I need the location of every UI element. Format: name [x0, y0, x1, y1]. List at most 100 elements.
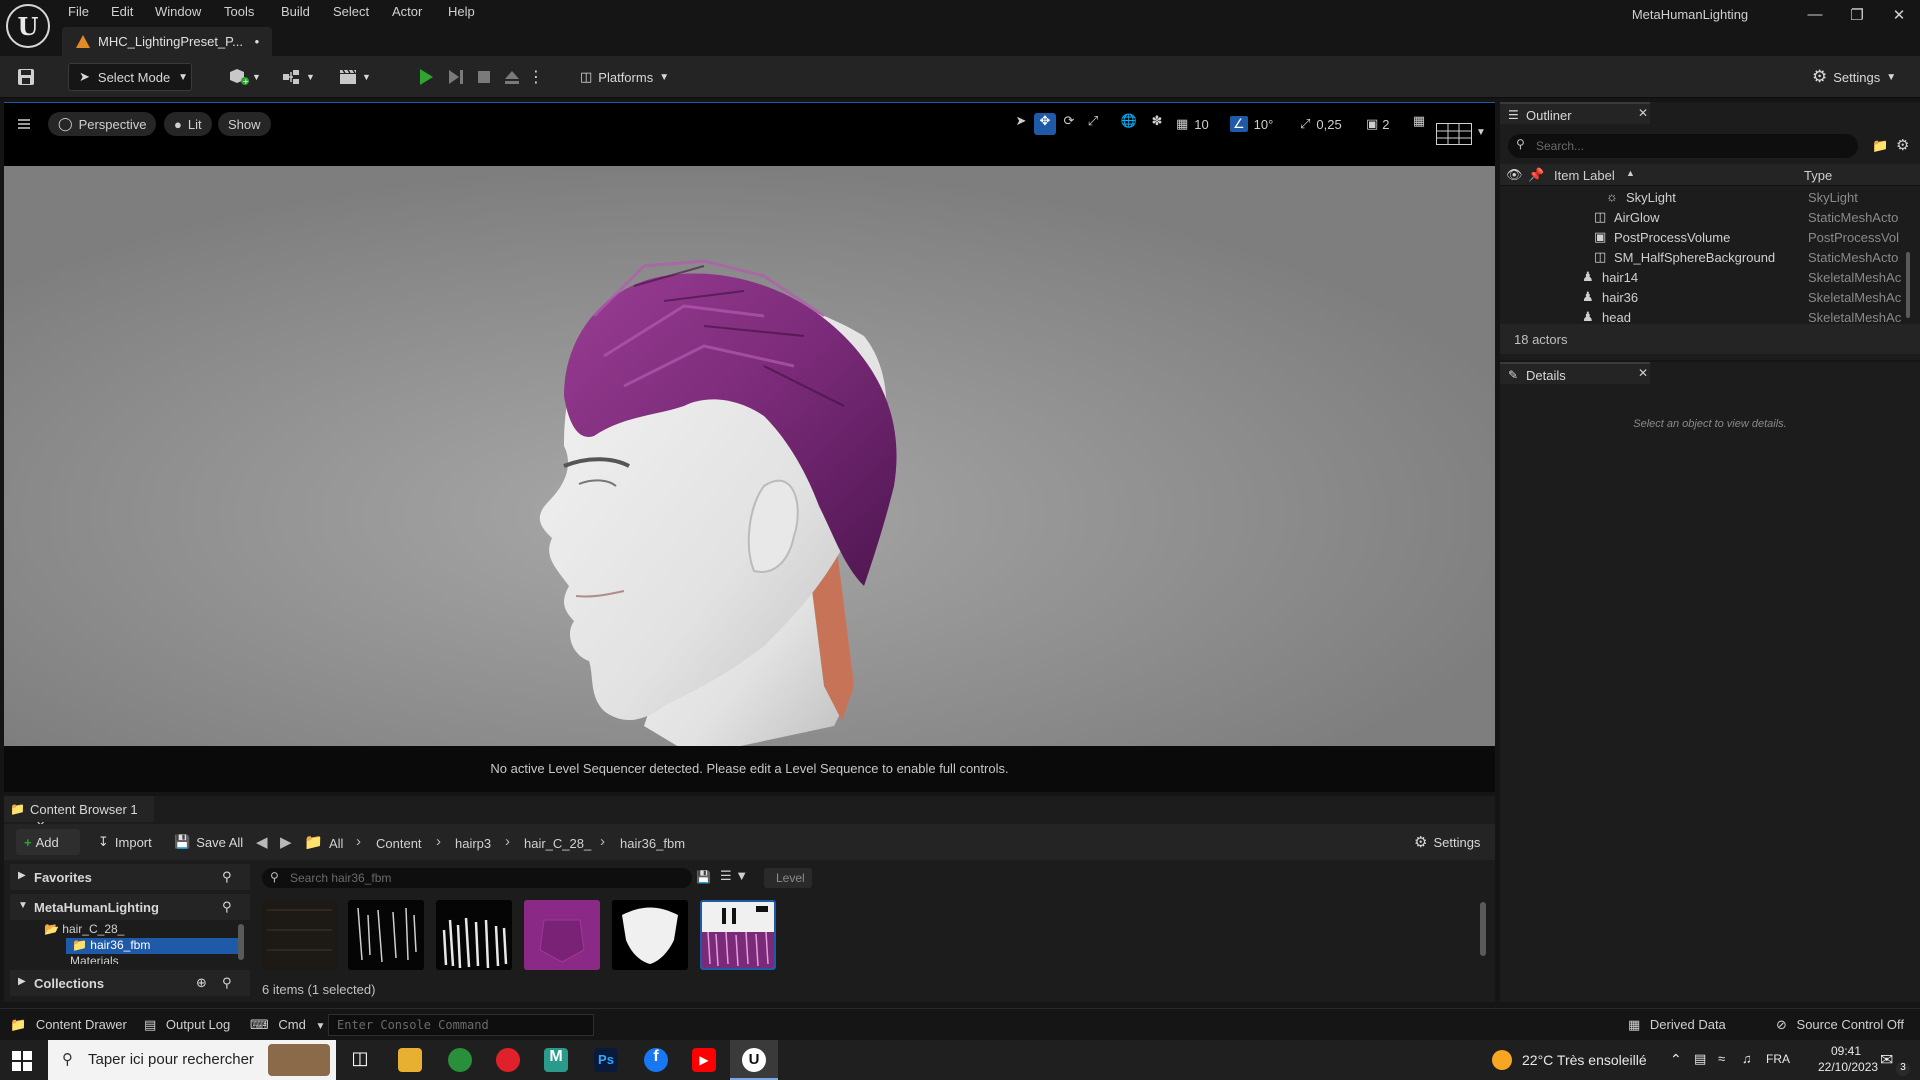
volume-icon[interactable]: ♫ [1742, 1051, 1752, 1066]
add-button[interactable]: + Add [16, 829, 80, 855]
back-icon[interactable]: ◀ [256, 833, 268, 851]
console-command-input[interactable]: Enter Console Command [328, 1014, 594, 1036]
select-mode-dropdown[interactable]: ➤ Select Mode ▼ [68, 63, 192, 91]
outliner-row-postprocess[interactable]: ▣ PostProcessVolume PostProcessVol [1500, 228, 1910, 248]
restore-icon[interactable]: ❐ [1846, 6, 1868, 26]
document-tab[interactable]: MHC_LightingPreset_P... • [62, 27, 272, 56]
menu-help[interactable]: Help [448, 4, 475, 20]
tray-app-icon[interactable]: ▤ [1694, 1051, 1706, 1067]
cinematics-icon[interactable]: ▼ [338, 63, 378, 91]
outliner-row-halfsphere[interactable]: ◫ SM_HalfSphereBackground StaticMeshActo [1500, 248, 1910, 268]
outliner-row-airglow[interactable]: ◫ AirGlow StaticMeshActo [1500, 208, 1910, 228]
menu-file[interactable]: File [68, 4, 89, 20]
lit-button[interactable]: ● Lit [164, 112, 212, 136]
level-viewport[interactable]: ◯ Perspective ● Lit Show ➤ ✥ ⟳ ⤢ 🌐 ✽ ▦ 1… [4, 102, 1495, 792]
tree-scrollbar[interactable] [238, 924, 244, 960]
type-column[interactable]: Type [1804, 168, 1832, 183]
windows-start-icon[interactable] [12, 1051, 32, 1071]
asset-search-input[interactable]: ⚲ Search hair36_fbm [262, 868, 692, 888]
show-button[interactable]: Show [218, 112, 271, 136]
save-all-button[interactable]: 💾 Save All [174, 829, 243, 855]
taskbar-search-box[interactable]: ⚲ Taper ici pour rechercher [48, 1040, 336, 1080]
asset-thumbnail[interactable] [524, 900, 600, 970]
chevron-down-icon[interactable]: ▼ [1476, 127, 1486, 138]
wifi-icon[interactable]: ≈ [1718, 1051, 1725, 1066]
language-indicator[interactable]: FRA [1766, 1052, 1790, 1066]
layout-icon[interactable] [1436, 123, 1472, 145]
add-collection-icon[interactable]: ⊕ [196, 975, 207, 991]
photoshop-icon[interactable]: Ps [594, 1048, 618, 1072]
breadcrumb-all[interactable]: All [329, 836, 343, 851]
step-icon[interactable] [444, 63, 468, 91]
menu-window[interactable]: Window [155, 4, 201, 20]
filter-icon[interactable]: ☰ ▼ [720, 868, 748, 884]
collections-section[interactable]: ▶ Collections ⊕ ⚲ [10, 970, 250, 996]
settings-dropdown[interactable]: ⚙ Settings ▼ [1812, 63, 1908, 91]
play-icon[interactable] [414, 63, 438, 91]
favorites-section[interactable]: ▶ Favorites ⚲ [10, 864, 250, 890]
menu-tools[interactable]: Tools [224, 4, 254, 20]
marvelous-designer-icon[interactable]: M [544, 1048, 568, 1072]
save-search-icon[interactable]: 💾 [696, 870, 711, 884]
source-control-button[interactable]: ⊘ Source Control Off [1776, 1017, 1904, 1033]
eject-icon[interactable] [500, 63, 524, 91]
world-space-icon[interactable]: 🌐 [1118, 113, 1140, 135]
add-actor-icon[interactable]: + ▼ [228, 63, 264, 91]
tree-item-hair36-fbm[interactable]: 📁 hair36_fbm [66, 938, 238, 954]
scale-snap-toggle[interactable]: ⤢ 0,25 [1300, 113, 1342, 135]
surface-snap-icon[interactable]: ✽ [1146, 113, 1168, 135]
grid-snap-toggle[interactable]: ▦ 10 [1176, 113, 1209, 135]
maximize-viewport-icon[interactable]: ▦ [1408, 113, 1430, 135]
file-explorer-icon[interactable] [398, 1048, 422, 1072]
task-view-icon[interactable]: ◫ [348, 1048, 372, 1072]
content-browser-settings-button[interactable]: ⚙ Settings [1414, 829, 1480, 855]
add-folder-icon[interactable]: 📁 [1872, 138, 1888, 154]
close-window-icon[interactable]: ✕ [1888, 6, 1910, 26]
outliner-row-hair36[interactable]: ♟ hair36 SkeletalMeshAc [1500, 288, 1910, 308]
project-section[interactable]: ▼ MetaHumanLighting ⚲ [10, 894, 250, 920]
blueprint-icon[interactable]: ▼ [282, 63, 322, 91]
menu-actor[interactable]: Actor [392, 4, 422, 20]
search-icon[interactable]: ⚲ [222, 899, 232, 915]
outliner-tab[interactable]: ☰ Outliner [1500, 102, 1650, 124]
content-browser-tab[interactable]: 📁 Content Browser 1 ✕ [4, 796, 154, 832]
search-icon[interactable]: ⚲ [222, 975, 232, 991]
asset-thumbnail-selected[interactable] [700, 900, 776, 970]
level-filter-chip[interactable]: Level [764, 868, 812, 888]
weather-sun-icon[interactable] [1492, 1050, 1512, 1070]
save-icon[interactable] [12, 63, 40, 91]
close-details-icon[interactable]: ✕ [1638, 366, 1648, 380]
translate-tool-icon[interactable]: ✥ [1034, 113, 1056, 135]
close-outliner-icon[interactable]: ✕ [1638, 106, 1648, 120]
pin-icon[interactable]: 📌 [1528, 167, 1544, 183]
clock[interactable]: 09:41 22/10/2023 [1818, 1044, 1878, 1074]
rotation-snap-toggle[interactable]: ∠ 10° [1230, 113, 1273, 135]
scale-tool-icon[interactable]: ⤢ [1082, 113, 1104, 135]
search-icon[interactable]: ⚲ [222, 869, 232, 885]
menu-select[interactable]: Select [333, 4, 369, 20]
tray-overflow-icon[interactable]: ⌃ [1670, 1051, 1682, 1068]
minimize-icon[interactable]: — [1804, 6, 1826, 26]
hamburger-menu-icon[interactable] [16, 117, 32, 131]
stop-icon[interactable] [472, 63, 496, 91]
asset-thumbnail[interactable] [348, 900, 424, 970]
outliner-search-input[interactable]: ⚲ Search... [1508, 134, 1858, 158]
facebook-icon[interactable]: f [644, 1048, 668, 1072]
asset-thumbnail[interactable] [612, 900, 688, 970]
opera-icon[interactable] [496, 1048, 520, 1072]
assets-scrollbar[interactable] [1480, 902, 1486, 956]
menu-edit[interactable]: Edit [111, 4, 133, 20]
asset-thumbnail[interactable] [436, 900, 512, 970]
outliner-scrollbar[interactable] [1906, 252, 1910, 318]
notification-center-icon[interactable]: ✉ [1880, 1050, 1893, 1070]
content-drawer-button[interactable]: 📁 Content Drawer [10, 1017, 127, 1033]
outliner-row-hair14[interactable]: ♟ hair14 SkeletalMeshAc [1500, 268, 1910, 288]
asset-thumbnail[interactable] [262, 900, 338, 970]
derived-data-button[interactable]: ▦ Derived Data [1628, 1017, 1726, 1033]
chrome-icon[interactable] [448, 1048, 472, 1072]
camera-speed-button[interactable]: ▣ 2 [1366, 113, 1390, 135]
breadcrumb-hair36-fbm[interactable]: hair36_fbm [620, 836, 685, 851]
select-tool-icon[interactable]: ➤ [1010, 113, 1032, 135]
outliner-row-skylight[interactable]: ☼ SkyLight SkyLight [1500, 188, 1910, 208]
tree-item-hair-c-28[interactable]: 📂 hair_C_28_ [44, 922, 124, 936]
